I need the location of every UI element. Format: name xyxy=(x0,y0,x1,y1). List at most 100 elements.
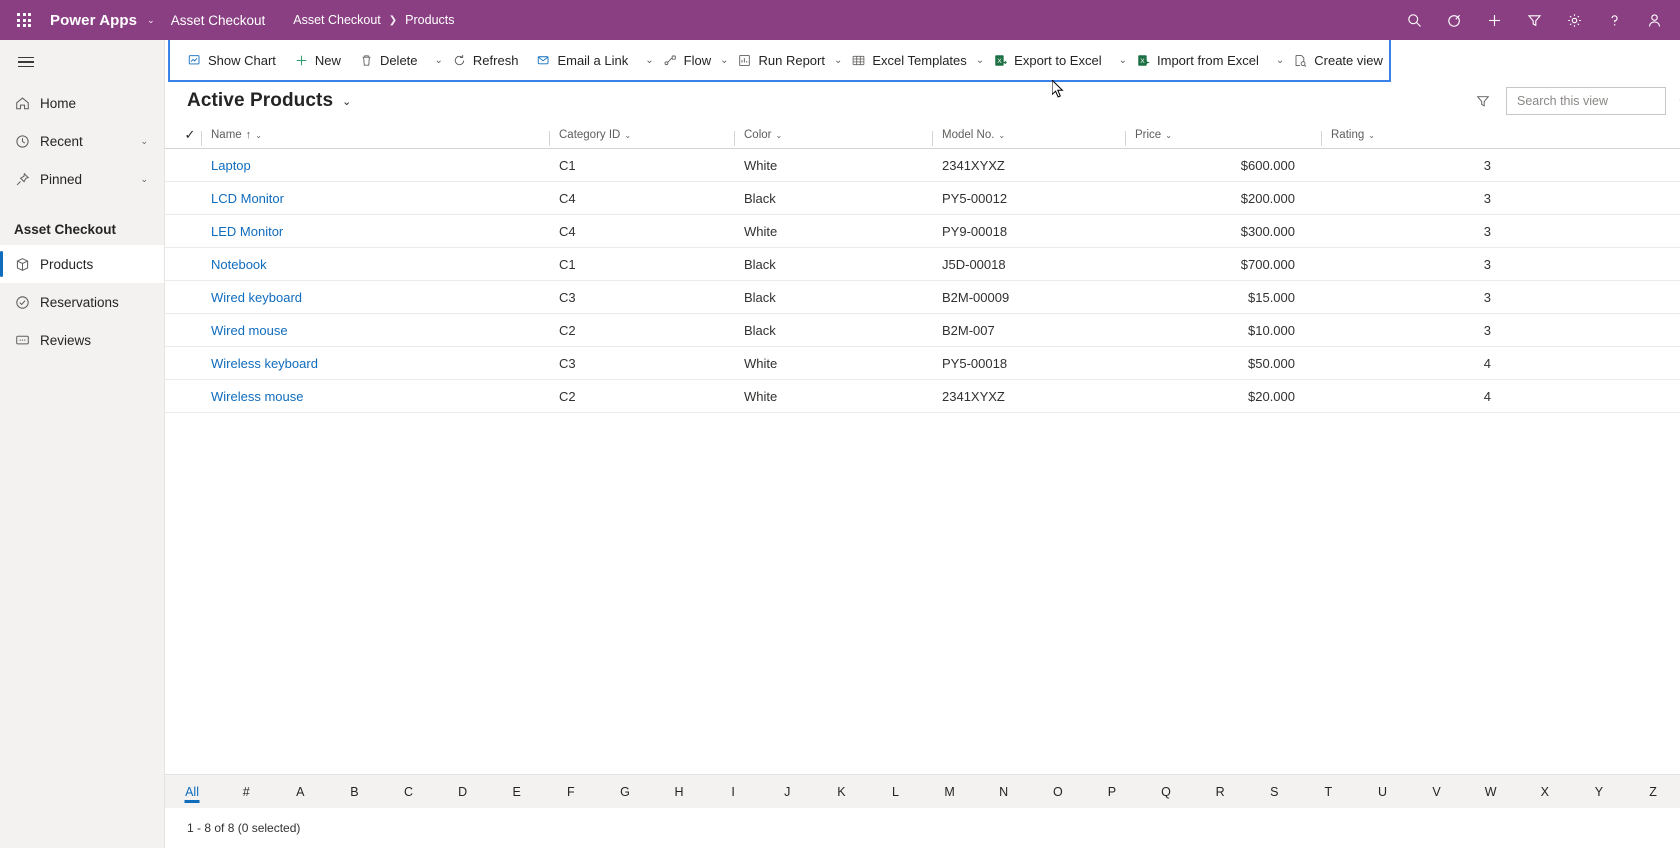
chevron-down-icon[interactable]: ⌄ xyxy=(1368,131,1375,140)
cell-name[interactable]: Wireless mouse xyxy=(201,389,549,404)
alpha-filter-r[interactable]: R xyxy=(1193,775,1247,809)
email-a-link-button[interactable]: Email a Link xyxy=(527,42,637,78)
export-excel-chevron-down-icon[interactable]: ⌄ xyxy=(1119,42,1127,78)
column-header-model-no[interactable]: Model No. ⌄ xyxy=(932,129,1125,146)
sidebar-item-products[interactable]: Products xyxy=(0,245,164,283)
table-row[interactable]: Wireless mouse C2 White 2341XYXZ $20.000… xyxy=(165,380,1680,413)
breadcrumb-item-1[interactable]: Products xyxy=(405,13,454,27)
create-view-button[interactable]: Create view xyxy=(1284,42,1389,78)
table-row[interactable]: Laptop C1 White 2341XYXZ $600.000 3 xyxy=(165,149,1680,182)
run-report-button[interactable]: Run Report xyxy=(728,42,833,78)
table-row[interactable]: Wired mouse C2 Black B2M-007 $10.000 3 xyxy=(165,314,1680,347)
alpha-filter-hash[interactable]: # xyxy=(219,775,273,809)
chevron-down-icon[interactable]: ⌄ xyxy=(140,174,164,185)
alpha-filter-f[interactable]: F xyxy=(544,775,598,809)
add-icon[interactable] xyxy=(1474,0,1514,40)
alpha-filter-v[interactable]: V xyxy=(1410,775,1464,809)
import-from-excel-button[interactable]: X Import from Excel xyxy=(1127,42,1268,78)
filter-icon[interactable] xyxy=(1468,86,1498,116)
sidebar-item-recent[interactable]: Recent ⌄ xyxy=(0,122,164,160)
chevron-down-icon[interactable]: ⌄ xyxy=(624,131,631,140)
run-report-chevron-down-icon[interactable]: ⌄ xyxy=(834,42,842,78)
alpha-filter-c[interactable]: C xyxy=(381,775,435,809)
show-chart-button[interactable]: Show Chart xyxy=(178,42,285,78)
alpha-filter-y[interactable]: Y xyxy=(1572,775,1626,809)
table-row[interactable]: Wired keyboard C3 Black B2M-00009 $15.00… xyxy=(165,281,1680,314)
chevron-down-icon[interactable]: ⌄ xyxy=(255,131,262,140)
alpha-filter-e[interactable]: E xyxy=(490,775,544,809)
flow-chevron-down-icon[interactable]: ⌄ xyxy=(720,42,728,78)
alpha-filter-p[interactable]: P xyxy=(1085,775,1139,809)
cell-name[interactable]: LCD Monitor xyxy=(201,191,549,206)
column-header-price[interactable]: Price ⌄ xyxy=(1125,129,1321,146)
alpha-filter-o[interactable]: O xyxy=(1031,775,1085,809)
alpha-filter-all[interactable]: All xyxy=(165,775,219,809)
sidebar-item-reviews[interactable]: Reviews xyxy=(0,321,164,359)
cell-name[interactable]: Wired mouse xyxy=(201,323,549,338)
table-row[interactable]: Notebook C1 Black J5D-00018 $700.000 3 xyxy=(165,248,1680,281)
alpha-filter-q[interactable]: Q xyxy=(1139,775,1193,809)
search-icon[interactable] xyxy=(1394,0,1434,40)
chevron-down-icon[interactable]: ⌄ xyxy=(998,131,1005,140)
delete-button[interactable]: Delete xyxy=(350,42,427,78)
search-box[interactable] xyxy=(1506,87,1680,115)
search-input[interactable] xyxy=(1517,94,1678,108)
alpha-filter-a[interactable]: A xyxy=(273,775,327,809)
chevron-down-icon[interactable]: ⌄ xyxy=(140,136,164,147)
flow-button[interactable]: Flow xyxy=(654,42,720,78)
column-header-color[interactable]: Color ⌄ xyxy=(734,129,932,146)
excel-templates-button[interactable]: Excel Templates xyxy=(842,42,975,78)
alpha-filter-i[interactable]: I xyxy=(706,775,760,809)
alpha-filter-x[interactable]: X xyxy=(1518,775,1572,809)
column-header-rating[interactable]: Rating ⌄ xyxy=(1321,129,1517,146)
app-launcher-button[interactable] xyxy=(0,0,48,40)
table-row[interactable]: LCD Monitor C4 Black PY5-00012 $200.000 … xyxy=(165,182,1680,215)
alpha-filter-g[interactable]: G xyxy=(598,775,652,809)
app-name[interactable]: Asset Checkout xyxy=(171,13,294,28)
cell-name[interactable]: Laptop xyxy=(201,158,549,173)
assistant-icon[interactable] xyxy=(1434,0,1474,40)
settings-icon[interactable] xyxy=(1554,0,1594,40)
alpha-filter-s[interactable]: S xyxy=(1247,775,1301,809)
refresh-button[interactable]: Refresh xyxy=(443,42,528,78)
cell-name[interactable]: Wireless keyboard xyxy=(201,356,549,371)
delete-overflow-chevron-down-icon[interactable]: ⌄ xyxy=(435,42,443,78)
alpha-filter-d[interactable]: D xyxy=(436,775,490,809)
chevron-down-icon[interactable]: ⌄ xyxy=(775,131,782,140)
alpha-filter-m[interactable]: M xyxy=(923,775,977,809)
import-excel-chevron-down-icon[interactable]: ⌄ xyxy=(1276,42,1284,78)
select-all-checkbox[interactable]: ✓ xyxy=(179,127,201,143)
email-overflow-chevron-down-icon[interactable]: ⌄ xyxy=(645,42,653,78)
filter-icon[interactable] xyxy=(1514,0,1554,40)
alpha-filter-z[interactable]: Z xyxy=(1626,775,1680,809)
chevron-down-icon[interactable]: ⌄ xyxy=(1165,131,1172,140)
alpha-filter-n[interactable]: N xyxy=(977,775,1031,809)
alpha-filter-t[interactable]: T xyxy=(1301,775,1355,809)
alpha-filter-b[interactable]: B xyxy=(327,775,381,809)
alpha-filter-w[interactable]: W xyxy=(1464,775,1518,809)
sidebar-item-home[interactable]: Home xyxy=(0,84,164,122)
view-selector-chevron-down-icon[interactable]: ⌄ xyxy=(342,95,351,108)
alpha-filter-h[interactable]: H xyxy=(652,775,706,809)
alpha-filter-j[interactable]: J xyxy=(760,775,814,809)
account-icon[interactable] xyxy=(1634,0,1674,40)
breadcrumb-item-0[interactable]: Asset Checkout xyxy=(293,13,381,27)
alpha-filter-k[interactable]: K xyxy=(814,775,868,809)
cell-name[interactable]: Wired keyboard xyxy=(201,290,549,305)
new-button[interactable]: New xyxy=(285,42,350,78)
help-icon[interactable] xyxy=(1594,0,1634,40)
alpha-filter-l[interactable]: L xyxy=(868,775,922,809)
alpha-filter-u[interactable]: U xyxy=(1355,775,1409,809)
column-header-name[interactable]: Name ↑ ⌄ xyxy=(201,129,549,146)
column-header-category-id[interactable]: Category ID ⌄ xyxy=(549,129,734,146)
table-row[interactable]: Wireless keyboard C3 White PY5-00018 $50… xyxy=(165,347,1680,380)
sidebar-toggle-button[interactable] xyxy=(2,40,50,84)
sidebar-item-pinned[interactable]: Pinned ⌄ xyxy=(0,160,164,198)
export-to-excel-button[interactable]: X Export to Excel xyxy=(984,42,1110,78)
table-row[interactable]: LED Monitor C4 White PY9-00018 $300.000 … xyxy=(165,215,1680,248)
sidebar-item-reservations[interactable]: Reservations xyxy=(0,283,164,321)
cell-name[interactable]: Notebook xyxy=(201,257,549,272)
brand-chevron-down-icon[interactable]: ⌄ xyxy=(143,15,171,26)
excel-templates-chevron-down-icon[interactable]: ⌄ xyxy=(976,42,984,78)
cell-name[interactable]: LED Monitor xyxy=(201,224,549,239)
